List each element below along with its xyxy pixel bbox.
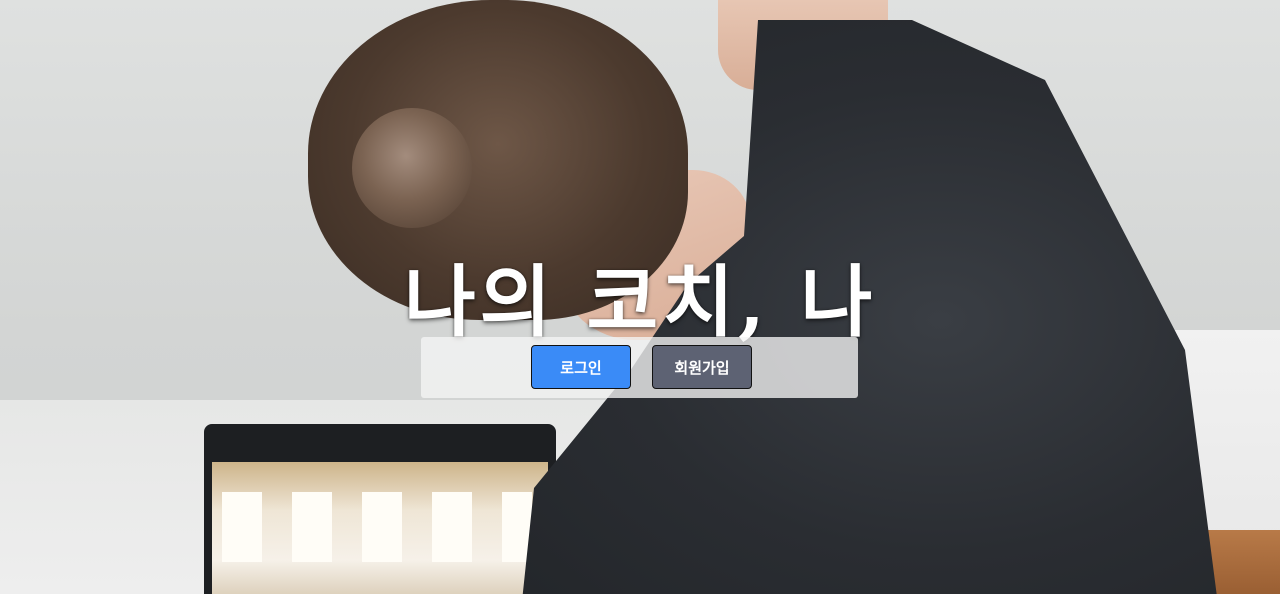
signup-button[interactable]: 회원가입	[652, 345, 752, 389]
page-title: 나의 코치, 나	[403, 257, 877, 349]
background-hair-bun	[352, 108, 472, 228]
login-button[interactable]: 로그인	[531, 345, 631, 389]
auth-panel: 로그인 회원가입	[421, 337, 858, 398]
hero-section: 나의 코치, 나 로그인 회원가입	[0, 0, 1280, 594]
background-laptop-screen	[212, 462, 548, 594]
